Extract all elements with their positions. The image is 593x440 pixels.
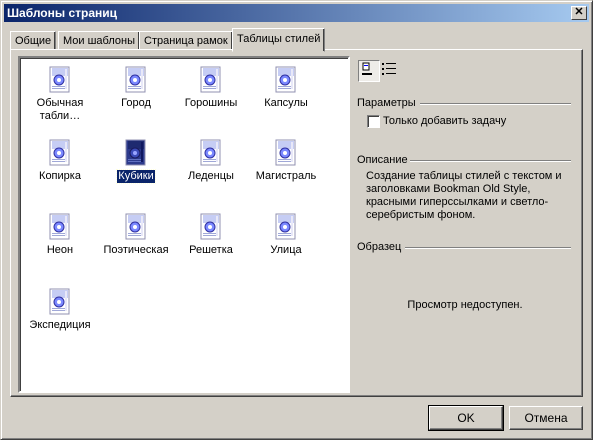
template-icon xyxy=(124,66,148,94)
title-bar[interactable]: Шаблоны страниц ✕ xyxy=(4,4,589,22)
document-template-icon xyxy=(49,288,70,315)
template-item[interactable]: Капсулы xyxy=(247,66,325,110)
template-icon xyxy=(274,213,298,241)
template-item[interactable]: Экспедиция xyxy=(21,288,99,332)
tab-my-templates[interactable]: Мои шаблоны xyxy=(58,31,140,50)
tab-general[interactable]: Общие xyxy=(10,31,57,50)
add-task-only-label[interactable]: Только добавить задачу xyxy=(383,115,506,127)
template-icon xyxy=(124,139,148,167)
template-icon xyxy=(199,139,223,167)
template-label: Экспедиция xyxy=(29,319,91,331)
template-label: Улица xyxy=(270,244,302,256)
tab-frames-page[interactable]: Страница рамок xyxy=(139,31,233,50)
template-label: Капсулы xyxy=(264,97,308,109)
document-template-icon xyxy=(49,139,70,166)
preview-unavailable-text: Просмотр недоступен. xyxy=(407,299,523,311)
sample-label: Образец xyxy=(357,241,402,253)
template-label: Леденцы xyxy=(188,170,234,182)
large-icons-view-button[interactable] xyxy=(358,60,380,82)
sample-divider xyxy=(405,247,571,249)
template-label: Город xyxy=(121,97,151,109)
close-button[interactable]: ✕ xyxy=(571,6,587,20)
description-divider xyxy=(410,160,571,162)
template-item[interactable]: Обычная табли… xyxy=(21,66,99,123)
template-item[interactable]: Горошины xyxy=(172,66,250,110)
template-item[interactable]: Неон xyxy=(21,213,99,257)
details-view-button[interactable] xyxy=(380,60,400,80)
template-label: Решетка xyxy=(189,244,233,256)
template-icon xyxy=(199,66,223,94)
document-template-icon xyxy=(200,66,221,93)
tab-style-sheets[interactable]: Таблицы стилей xyxy=(232,28,326,52)
template-item[interactable]: Улица xyxy=(247,213,325,257)
template-item[interactable]: Копирка xyxy=(21,139,99,183)
template-label: Поэтическая xyxy=(103,244,169,256)
large-icons-icon xyxy=(362,62,372,75)
details-icon xyxy=(382,63,396,75)
description-text: Создание таблицы стилей с текстом и заго… xyxy=(366,170,562,221)
document-template-icon xyxy=(49,66,70,93)
cancel-button[interactable]: Отмена xyxy=(509,406,583,430)
template-item[interactable]: Поэтическая xyxy=(97,213,175,257)
template-item[interactable]: Город xyxy=(97,66,175,110)
window-title: Шаблоны страниц xyxy=(7,6,118,20)
document-template-icon xyxy=(200,139,221,166)
template-icon xyxy=(48,213,72,241)
ok-button[interactable]: OK xyxy=(428,405,504,431)
template-label: Горошины xyxy=(184,97,238,109)
template-item[interactable]: Леденцы xyxy=(172,139,250,183)
add-task-only-checkbox[interactable] xyxy=(367,115,380,128)
template-item[interactable]: Решетка xyxy=(172,213,250,257)
template-label: Кубики xyxy=(116,169,156,184)
document-template-icon xyxy=(275,213,296,240)
template-list[interactable]: Обычная табли… Город Горошины Капсулы Ко… xyxy=(18,56,350,393)
template-icon xyxy=(199,213,223,241)
template-label: Магистраль xyxy=(255,170,317,182)
document-template-icon xyxy=(125,66,146,93)
template-label: Обычная табли… xyxy=(36,97,84,122)
document-template-icon xyxy=(125,139,146,166)
document-template-icon xyxy=(125,213,146,240)
parameters-label: Параметры xyxy=(357,97,416,109)
template-icon xyxy=(48,66,72,94)
document-template-icon xyxy=(49,213,70,240)
template-icon xyxy=(274,66,298,94)
template-label: Копирка xyxy=(39,170,81,182)
document-template-icon xyxy=(200,213,221,240)
template-icon xyxy=(48,139,72,167)
template-icon xyxy=(48,288,72,316)
template-label: Неон xyxy=(46,244,74,256)
template-icon xyxy=(124,213,148,241)
document-template-icon xyxy=(275,139,296,166)
template-item[interactable]: Магистраль xyxy=(247,139,325,183)
description-label: Описание xyxy=(357,154,408,166)
template-item-selected[interactable]: Кубики xyxy=(97,139,175,184)
parameters-divider xyxy=(420,103,571,105)
template-icon xyxy=(274,139,298,167)
document-template-icon xyxy=(275,66,296,93)
